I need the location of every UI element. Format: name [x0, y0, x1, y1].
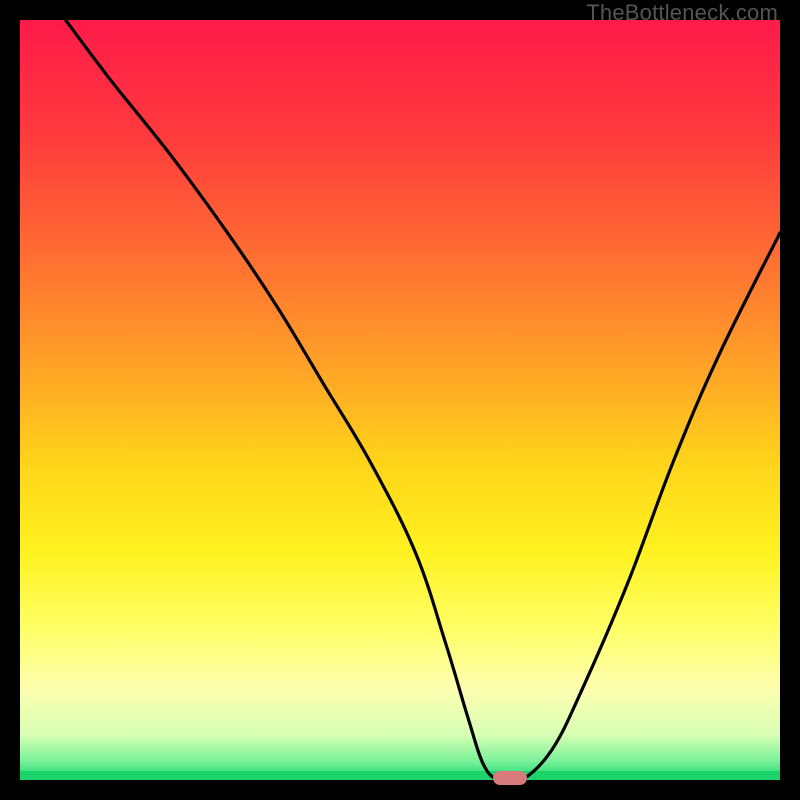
chart-frame: TheBottleneck.com: [0, 0, 800, 800]
plot-area: [20, 20, 780, 780]
optimum-marker: [493, 771, 527, 785]
gradient-background: [20, 20, 780, 780]
watermark-text: TheBottleneck.com: [586, 0, 778, 26]
baseline-band: [20, 771, 780, 780]
chart-svg: [20, 20, 780, 780]
